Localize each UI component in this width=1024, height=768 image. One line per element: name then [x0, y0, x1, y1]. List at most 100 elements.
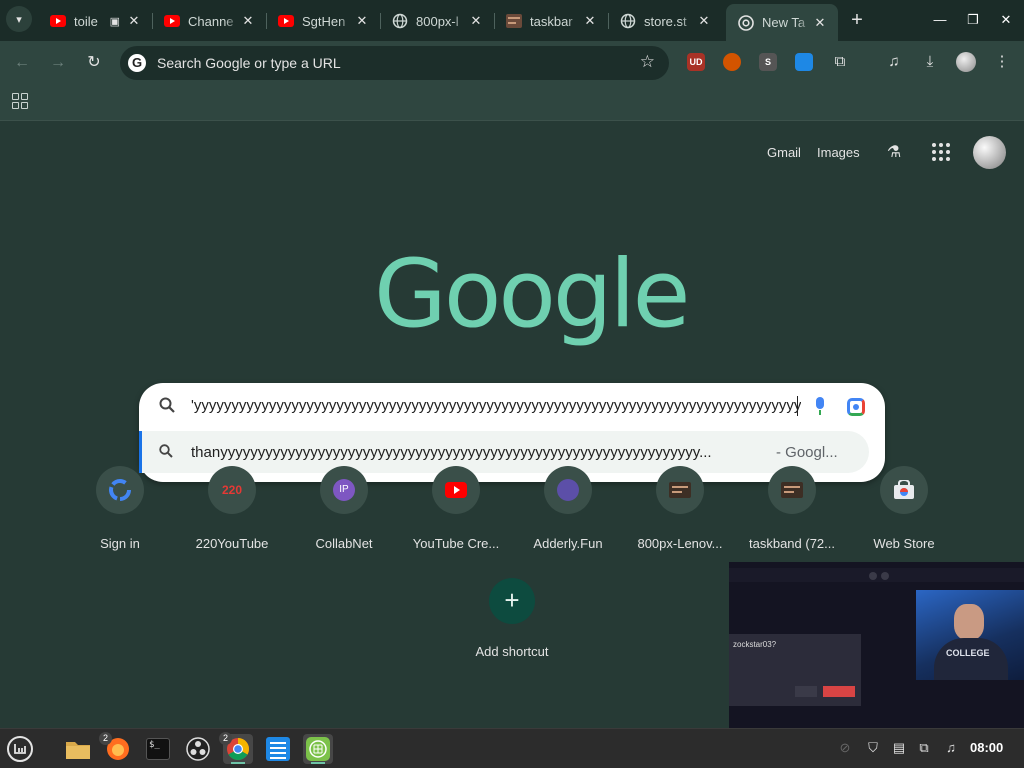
close-icon: ✕ [1000, 12, 1012, 27]
suggestion-source: - Googl... [776, 444, 838, 461]
reload-button[interactable]: ↻ [82, 51, 106, 75]
embedded-dot [881, 572, 889, 580]
ip-icon: IP [320, 466, 368, 514]
download-icon[interactable]: ⤓ [920, 52, 940, 72]
arrow-left-icon: ← [14, 54, 30, 71]
shortcut-800px-lenovo[interactable]: 800px-Lenov... [624, 466, 736, 552]
tab-1[interactable]: toile ▣ ✕ [38, 6, 152, 36]
webcam-feed: COLLEGE [916, 590, 1024, 680]
shield-icon[interactable]: ⛉ [864, 739, 882, 757]
bookmark-star-icon[interactable]: ☆ [640, 52, 655, 72]
minimize-button[interactable]: — [930, 10, 950, 30]
shortcut-youtube-creator[interactable]: YouTube Cre... [400, 466, 512, 552]
tab-strip: ▾ toile ▣ ✕ Channe ✕ SgtHen ✕ 800px-l ✕ … [0, 0, 1024, 41]
labs-flask-icon[interactable]: ⚗ [884, 142, 904, 162]
new-tab-button[interactable]: + [845, 9, 869, 33]
close-icon[interactable]: ✕ [812, 15, 828, 31]
task-firefox[interactable]: 2 [99, 732, 133, 764]
close-window-button[interactable]: ✕ [996, 10, 1016, 30]
tab-search-button[interactable]: ▾ [6, 6, 32, 32]
network-off-icon[interactable]: ⊘ [836, 739, 854, 757]
taskbar: 2 $_ 2 ⊘ ⛉ ▤ ⧉ ♫ 08:00 [0, 728, 1024, 768]
globe-icon [620, 13, 636, 29]
globe-icon [392, 13, 408, 29]
shortcut-220youtube[interactable]: 220 220YouTube [176, 466, 288, 552]
google-g-icon: G [128, 54, 146, 72]
tab-new-tab[interactable]: New Ta ✕ [726, 4, 838, 41]
profile-avatar[interactable] [973, 136, 1006, 169]
youtube-icon [50, 13, 66, 29]
text-editor-icon [266, 737, 290, 761]
task-app-grid[interactable] [303, 734, 333, 764]
tab-2[interactable]: Channe ✕ [152, 6, 266, 36]
bookmarks-bar [0, 85, 1024, 121]
task-text-editor[interactable] [263, 734, 293, 764]
omnibox[interactable]: G Search Google or type a URL ☆ [120, 46, 669, 80]
close-icon[interactable]: ✕ [696, 13, 712, 29]
clock[interactable]: 08:00 [970, 740, 1003, 755]
tab-title: New Ta [762, 15, 806, 30]
close-icon[interactable]: ✕ [468, 13, 484, 29]
search-input[interactable]: 'yyyyyyyyyyyyyyyyyyyyyyyyyyyyyyyyyyyyyyy… [191, 397, 801, 414]
shortcut-web-store[interactable]: Web Store [848, 466, 960, 552]
s-extension-icon[interactable]: S [759, 53, 777, 71]
tab-5[interactable]: taskbar ✕ [494, 6, 608, 36]
google-icon [96, 466, 144, 514]
close-icon[interactable]: ✕ [582, 13, 598, 29]
mint-menu-button[interactable] [5, 734, 35, 764]
tab-6[interactable]: store.st ✕ [608, 6, 722, 36]
image-icon [768, 466, 816, 514]
tab-3[interactable]: SgtHen ✕ [266, 6, 380, 36]
restore-button[interactable]: ❐ [963, 10, 983, 30]
tab-extension-icon[interactable] [795, 53, 813, 71]
tab-4[interactable]: 800px-l ✕ [380, 6, 494, 36]
task-chrome[interactable]: 2 [219, 732, 253, 764]
shortcut-taskband[interactable]: taskband (72... [736, 466, 848, 552]
gmail-link[interactable]: Gmail [767, 145, 801, 160]
stream-video-overlay[interactable]: zockstar03? COLLEGE [729, 562, 1024, 728]
arrow-right-icon: → [50, 54, 66, 71]
webstore-icon [880, 466, 928, 514]
search-icon [159, 444, 173, 461]
apps-shortcut-icon[interactable] [12, 93, 28, 109]
network-icon[interactable]: ⧉ [915, 739, 933, 757]
task-obs[interactable] [183, 734, 213, 764]
close-icon[interactable]: ✕ [354, 13, 370, 29]
clipboard-icon[interactable]: ▤ [890, 739, 908, 757]
close-icon[interactable]: ✕ [240, 13, 256, 29]
shortcut-sign-in[interactable]: Sign in [64, 466, 176, 552]
task-files[interactable] [63, 734, 93, 764]
chevron-down-icon: ▾ [16, 13, 22, 26]
sound-music-icon[interactable]: ♫ [942, 739, 960, 757]
close-icon[interactable]: ✕ [126, 13, 142, 29]
tab-title: SgtHen [302, 13, 346, 29]
toolbar: ← → ↻ G Search Google or type a URL ☆ UD… [0, 41, 1024, 85]
image-icon [506, 13, 522, 29]
shortcut-adderly[interactable]: Adderly.Fun [512, 466, 624, 552]
cookie-extension-icon[interactable] [723, 53, 741, 71]
media-control-icon[interactable]: ♫ [884, 52, 904, 72]
linux-mint-icon [7, 736, 33, 762]
picture-in-picture-icon: ▣ [109, 15, 120, 28]
stream-chat [916, 680, 1024, 728]
shortcut-collabnet[interactable]: IP CollabNet [288, 466, 400, 552]
voice-search-mic-icon[interactable] [813, 395, 827, 417]
profile-avatar-button[interactable] [956, 52, 976, 72]
ublock-extension-icon[interactable]: UD [687, 53, 705, 71]
forward-button[interactable]: → [46, 51, 70, 75]
embedded-dialog: zockstar03? [729, 634, 861, 706]
folder-icon [66, 742, 90, 759]
add-shortcut-button[interactable]: + Add shortcut [474, 578, 550, 659]
images-link[interactable]: Images [817, 145, 860, 160]
task-terminal[interactable]: $_ [143, 734, 173, 764]
search-icon [159, 397, 175, 418]
back-button[interactable]: ← [10, 51, 34, 75]
minimize-icon: — [933, 12, 947, 27]
embedded-dot [869, 572, 877, 580]
google-apps-icon[interactable] [932, 143, 950, 161]
google-lens-icon[interactable] [847, 398, 865, 416]
menu-kebab-icon[interactable]: ⋮ [992, 52, 1012, 72]
extensions-puzzle-icon[interactable]: ⧉ [830, 52, 850, 72]
youtube-icon [278, 13, 294, 29]
window-count-badge: 2 [219, 732, 232, 745]
